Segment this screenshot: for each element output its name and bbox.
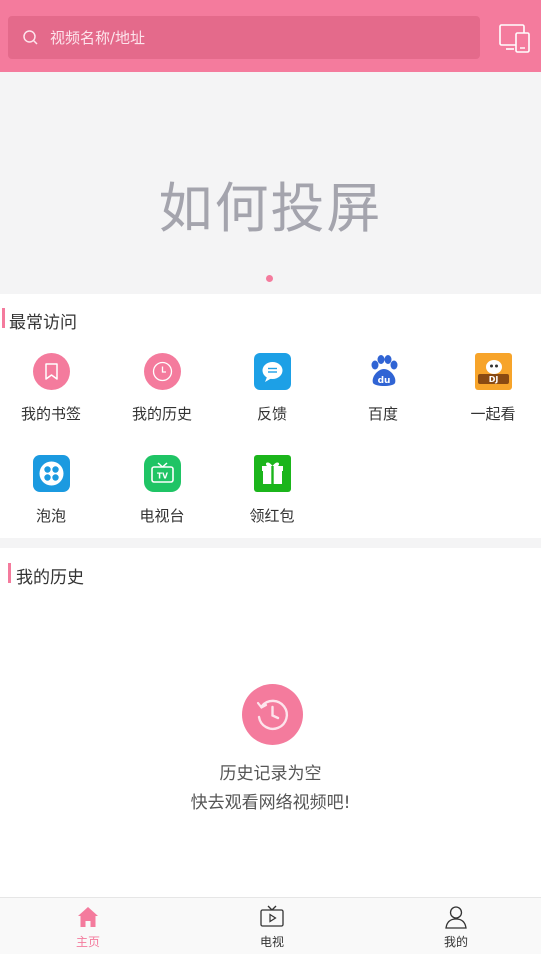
shortcut-bookmarks[interactable]: 我的书签: [0, 353, 106, 424]
empty-history-clock-icon: [242, 684, 303, 745]
shortcut-label: 电视台: [139, 507, 185, 525]
tab-tv[interactable]: 电视: [227, 904, 317, 950]
tab-label: 电视: [259, 935, 284, 949]
bookmark-icon: [32, 353, 70, 390]
svg-text:TV: TV: [157, 472, 168, 481]
search-bar[interactable]: [8, 16, 480, 59]
shortcut-label: 百度: [367, 405, 398, 423]
shortcut-history[interactable]: 我的历史: [107, 353, 217, 424]
shortcut-baidu[interactable]: du 百度: [328, 353, 438, 424]
shortcut-feedback[interactable]: 反馈: [217, 353, 327, 424]
yiqikan-logo-icon: DJ: [474, 353, 512, 390]
tab-label: 我的: [443, 935, 468, 949]
svg-text:du: du: [377, 376, 390, 386]
banner-carousel[interactable]: 如何投屏: [0, 72, 541, 294]
tab-label: 主页: [75, 935, 100, 949]
empty-history-title: 历史记录为空: [219, 764, 322, 784]
svg-text:DJ: DJ: [488, 375, 498, 384]
shortcut-label: 我的书签: [20, 405, 81, 423]
tv-icon: TV: [143, 455, 181, 492]
shortcut-watch-together[interactable]: DJ 一起看: [438, 353, 541, 424]
banner-text: 如何投屏: [158, 177, 383, 240]
shortcut-paopao[interactable]: 泡泡: [0, 455, 106, 526]
paopao-icon: [32, 455, 70, 492]
user-icon: [445, 906, 467, 929]
tv-play-icon: [260, 905, 284, 927]
shortcut-label: 泡泡: [35, 507, 66, 525]
baidu-paw-icon: du: [371, 355, 397, 386]
top-header: [0, 0, 541, 72]
chat-bubble-icon: [253, 353, 291, 390]
shortcut-label: 反馈: [256, 405, 287, 423]
carousel-indicator-dot: [266, 275, 273, 282]
shortcut-tv-station[interactable]: TV 电视台: [107, 455, 217, 526]
search-icon: [23, 29, 38, 45]
shortcut-red-packet[interactable]: 领红包: [217, 455, 327, 526]
section-accent-bar: [8, 563, 11, 583]
frequent-section-title: 最常访问: [9, 313, 77, 333]
shortcut-label: 领红包: [249, 507, 295, 525]
clock-icon: [143, 353, 181, 390]
history-section-title: 我的历史: [16, 568, 84, 588]
empty-history-hint: 快去观看网络视频吧!: [190, 793, 351, 813]
screen-cast-icon[interactable]: [498, 21, 532, 55]
search-input[interactable]: [48, 27, 452, 48]
section-divider: [0, 538, 541, 548]
gift-icon: [253, 455, 291, 492]
bottom-tab-bar: 主页 电视 我的: [0, 897, 541, 954]
home-icon: [78, 907, 98, 927]
tab-home[interactable]: 主页: [43, 904, 133, 950]
section-accent-bar: [2, 308, 5, 328]
shortcut-label: 我的历史: [131, 405, 192, 423]
tab-me[interactable]: 我的: [411, 904, 501, 950]
shortcut-label: 一起看: [470, 405, 516, 423]
